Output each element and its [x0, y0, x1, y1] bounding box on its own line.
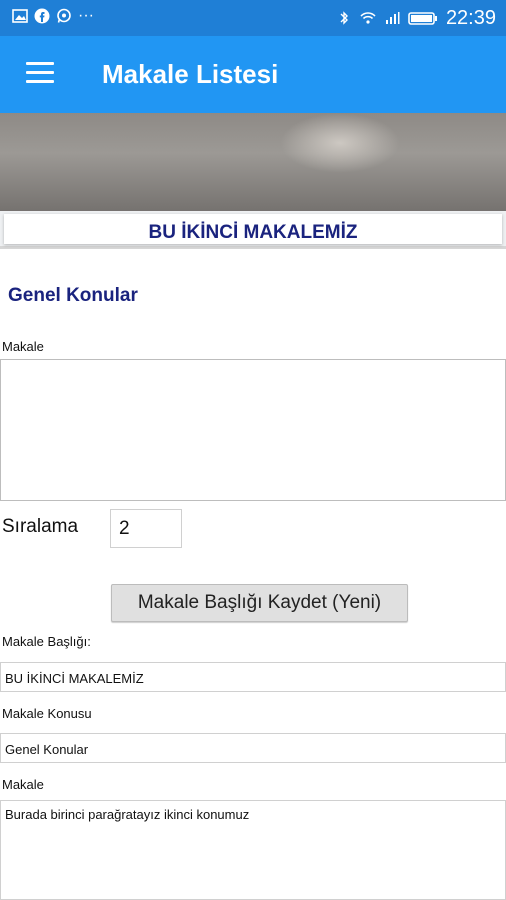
save-article-title-button[interactable]: Makale Başlığı Kaydet (Yeni) — [111, 584, 408, 622]
siralama-input[interactable]: 2 — [110, 509, 182, 548]
app-title: Makale Listesi — [102, 59, 279, 89]
article-title-card: BU İKİNCİ MAKALEMİZ — [4, 214, 502, 244]
hamburger-icon-line — [26, 71, 54, 74]
makale-content-area[interactable]: Burada birinci parağratayız ikinci konum… — [0, 800, 506, 900]
hamburger-icon-line — [26, 80, 54, 83]
makale-konusu-field[interactable]: Genel Konular — [0, 733, 506, 763]
menu-button[interactable] — [26, 62, 54, 84]
article-title: BU İKİNCİ MAKALEMİZ — [148, 222, 358, 243]
header-image — [0, 113, 506, 213]
article-title-banner[interactable]: BU İKİNCİ MAKALEMİZ — [0, 211, 506, 249]
gallery-icon — [12, 9, 28, 23]
article-category: Genel Konular — [8, 285, 138, 306]
makale-textarea[interactable] — [0, 359, 506, 501]
makale-content-label: Makale — [2, 777, 44, 792]
signal-icon — [385, 12, 400, 24]
app-bar: Makale Listesi — [0, 36, 506, 113]
makale-label: Makale — [2, 339, 44, 354]
makale-basligi-label: Makale Başlığı: — [2, 634, 91, 649]
battery-icon — [408, 12, 437, 25]
status-bar: ··· 22:39 — [0, 0, 506, 36]
more-icon: ··· — [78, 7, 94, 24]
bluetooth-icon — [340, 11, 348, 25]
siralama-label: Sıralama — [2, 516, 79, 537]
makale-konusu-label: Makale Konusu — [2, 706, 92, 721]
facebook-icon — [34, 8, 50, 24]
hamburger-icon-line — [26, 62, 54, 65]
header-image-highlight — [280, 113, 400, 173]
makale-basligi-field[interactable]: BU İKİNCİ MAKALEMİZ — [0, 662, 506, 692]
wifi-icon — [360, 12, 376, 24]
status-time: 22:39 — [445, 7, 496, 29]
whatsapp-icon — [57, 8, 71, 23]
